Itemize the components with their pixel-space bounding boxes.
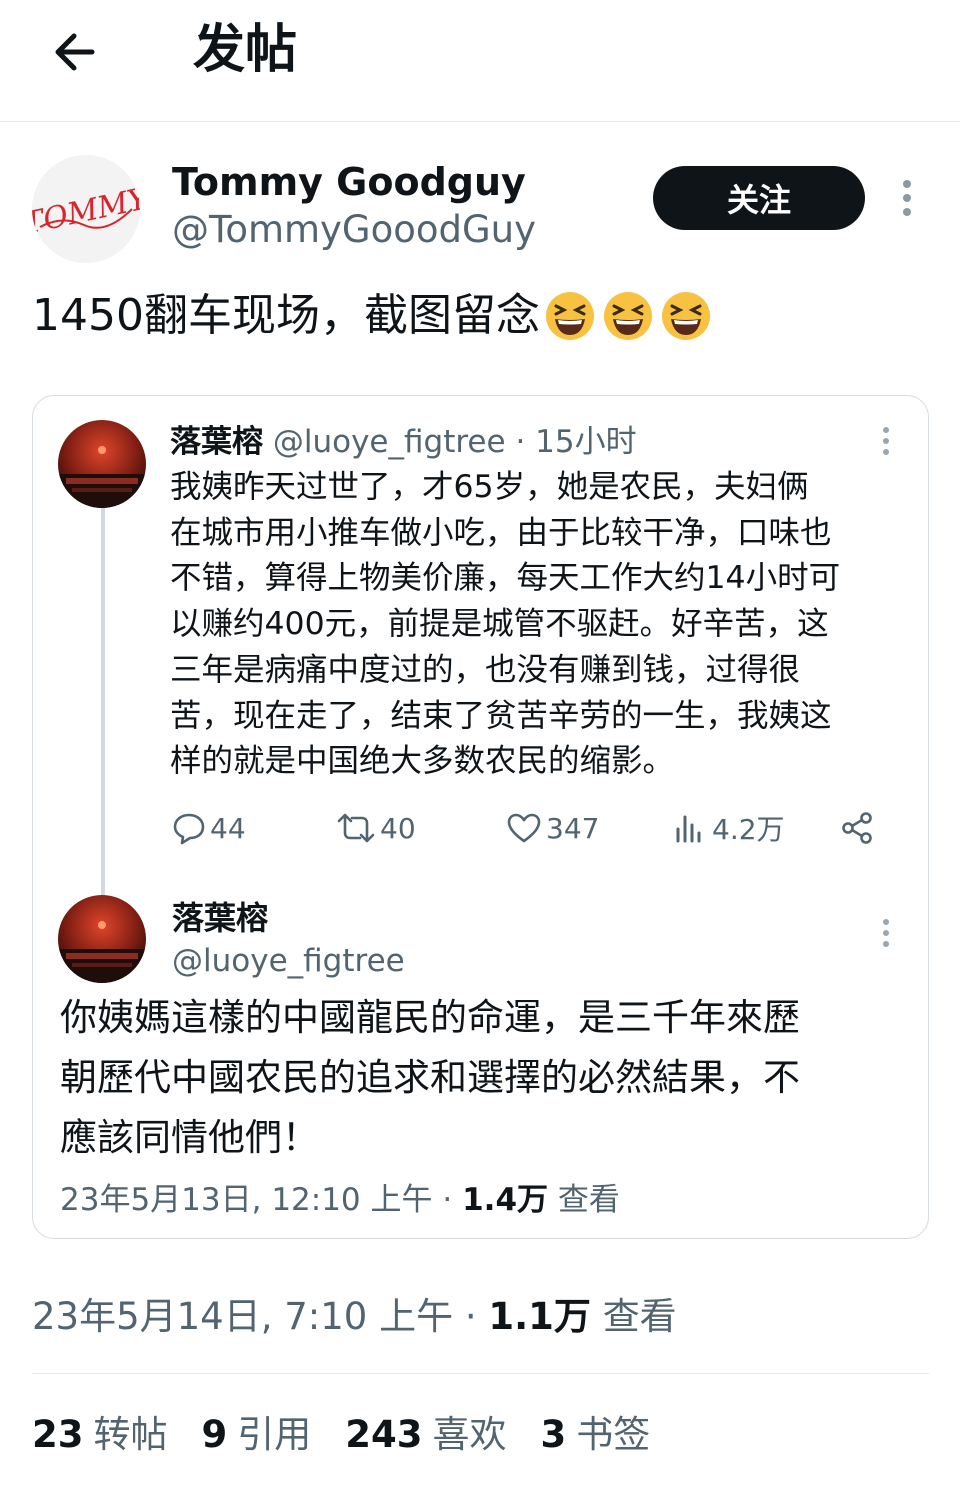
reply-button[interactable]: 44 [172, 806, 246, 850]
stat-label: 书签 [576, 1413, 651, 1456]
separator-dot: · [442, 1182, 453, 1218]
stat-label: 引用 [237, 1413, 312, 1456]
views-count: 4.2万 [712, 813, 785, 846]
post-meta: 23年5月14日, 7:10 上午 · 1.1万 查看 [32, 1292, 677, 1342]
back-arrow-icon [55, 33, 95, 71]
quoted-tweet-text: 我姨昨天过世了，才65岁，她是农民，夫妇俩 在城市用小推车做小吃，由于比较干净，… [170, 465, 910, 785]
engagement-stats: 23 转帖 9 引用 243 喜欢 3 书签 [32, 1410, 684, 1460]
text-line: 在城市用小推车做小吃，由于比较干净，口味也 [170, 514, 832, 551]
follow-button[interactable]: 关注 [653, 166, 865, 230]
separator-dot: · [464, 1295, 477, 1338]
quoted-author-name[interactable]: 落葉榕 [170, 424, 263, 460]
stat-label: 转帖 [93, 1413, 168, 1456]
quoted-author-avatar[interactable] [58, 420, 146, 508]
reply-icon [173, 813, 205, 845]
laughing-emoji-icon [545, 292, 594, 340]
text-line: 苦，现在走了，结束了贫苦辛劳的一生，我姨这 [170, 697, 832, 734]
views-button[interactable]: 4.2万 [674, 806, 785, 850]
more-vertical-icon [883, 919, 889, 947]
stat-bookmarks[interactable]: 3 书签 [540, 1410, 650, 1460]
share-button[interactable] [840, 806, 878, 850]
stat-count: 3 [540, 1413, 567, 1456]
text-line: 样的就是中国绝大多数农民的缩影。 [170, 743, 675, 780]
text-line: 我姨昨天过世了，才65岁，她是农民，夫妇俩 [170, 469, 809, 505]
stat-quotes[interactable]: 9 引用 [202, 1410, 312, 1460]
post-date[interactable]: 23年5月14日, 7:10 上午 [32, 1295, 453, 1338]
top-bar: 发帖 [0, 0, 960, 122]
more-vertical-icon [903, 180, 911, 216]
text-line: 以赚约400元，前提是城管不驱赶。好辛苦，这 [170, 606, 829, 643]
post-text: 1450翻车现场，截图留念 [32, 286, 718, 346]
quoted-reply-meta: 23年5月13日, 12:10 上午 · 1.4万 查看 [60, 1178, 620, 1222]
stat-likes[interactable]: 243 喜欢 [345, 1410, 506, 1460]
more-options-button[interactable] [892, 178, 922, 218]
page-title: 发帖 [193, 20, 298, 80]
stat-count: 9 [201, 1413, 228, 1456]
stat-count: 243 [345, 1413, 423, 1456]
sunset-avatar-image [58, 420, 146, 508]
quoted-reply-author-name[interactable]: 落葉榕 [172, 897, 268, 939]
quoted-reply-views-label: 查看 [557, 1182, 620, 1218]
quoted-tweet-header: 落葉榕 @luoye_figtree · 15小时 [170, 420, 637, 464]
quoted-more-options-button[interactable] [876, 424, 896, 460]
text-line: 應該同情他們！ [60, 1116, 319, 1159]
stat-reposts[interactable]: 23 转帖 [32, 1410, 168, 1460]
share-icon [842, 812, 872, 844]
post-views-label: 查看 [602, 1295, 677, 1338]
more-vertical-icon [883, 427, 889, 455]
author-avatar[interactable]: TOMMY [32, 155, 140, 263]
post-views: 1.1万 [488, 1295, 591, 1338]
sunset-avatar-image [58, 895, 146, 983]
post-text-content: 1450翻车现场，截图留念 [32, 290, 540, 341]
laughing-emoji-icon [603, 292, 652, 340]
quoted-author-handle[interactable]: @luoye_figtree [273, 424, 506, 460]
retweet-count: 40 [380, 811, 416, 845]
text-line: 你姨媽這樣的中國龍民的命運，是三千年來歷 [60, 996, 800, 1039]
retweet-icon [337, 813, 375, 843]
back-button[interactable] [48, 24, 104, 80]
quoted-reply-text: 你姨媽這樣的中國龍民的命運，是三千年來歷 朝歷代中國农民的追求和選擇的必然結果，… [60, 988, 910, 1168]
like-button[interactable]: 347 [506, 806, 599, 850]
author-handle[interactable]: @TommyGooodGuy [172, 207, 536, 253]
quoted-reply-date[interactable]: 23年5月13日, 12:10 上午 [60, 1182, 433, 1218]
quoted-reply-avatar[interactable] [58, 895, 146, 983]
quoted-reply-more-options-button[interactable] [876, 916, 896, 952]
quoted-tweet-time[interactable]: 15小时 [535, 424, 636, 460]
reply-count: 44 [210, 811, 246, 845]
separator-dot: · [515, 424, 526, 460]
avatar-signature-image: TOMMY [32, 155, 140, 263]
like-icon [507, 813, 541, 843]
views-icon [676, 815, 701, 843]
thread-connector-line [101, 508, 105, 896]
stat-label: 喜欢 [432, 1413, 507, 1456]
quoted-reply-author-handle[interactable]: @luoye_figtree [172, 940, 405, 982]
text-line: 朝歷代中國农民的追求和選擇的必然結果，不 [60, 1056, 800, 1099]
quoted-reply-views: 1.4万 [462, 1182, 549, 1218]
text-line: 三年是病痛中度过的，也没有赚到钱，过得很 [170, 651, 801, 688]
retweet-button[interactable]: 40 [336, 806, 416, 850]
emoji-group [544, 290, 718, 342]
laughing-emoji-icon [661, 292, 710, 340]
author-name[interactable]: Tommy Goodguy [172, 160, 526, 204]
like-count: 347 [546, 811, 600, 845]
stat-count: 23 [32, 1413, 84, 1456]
text-line: 不错，算得上物美价廉，每天工作大约14小时可 [170, 560, 841, 597]
divider [32, 1373, 929, 1374]
